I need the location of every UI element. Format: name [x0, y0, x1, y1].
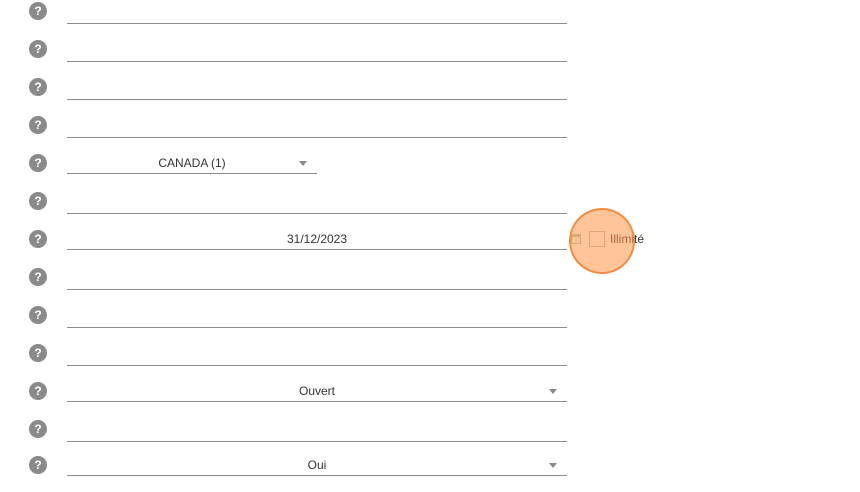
help-icon[interactable]: ?	[29, 382, 47, 400]
help-icon[interactable]: ?	[29, 456, 47, 474]
help-icon[interactable]: ?	[29, 420, 47, 438]
help-icon[interactable]: ?	[29, 230, 47, 248]
status-select-value: Ouvert	[298, 384, 335, 398]
text-field[interactable]	[67, 116, 567, 138]
country-select[interactable]: CANADA (1)	[67, 152, 317, 174]
chevron-down-icon	[549, 389, 557, 394]
form-row: ?	[0, 0, 860, 38]
text-field[interactable]	[67, 192, 567, 214]
text-field[interactable]	[67, 268, 567, 290]
unlimited-checkbox[interactable]	[589, 231, 605, 247]
form-row: ?	[0, 266, 860, 304]
help-icon[interactable]: ?	[29, 154, 47, 172]
form-row: ?	[0, 304, 860, 342]
date-field[interactable]: 31/12/2023	[67, 228, 567, 250]
country-select-value: CANADA (1)	[158, 156, 226, 170]
yes-no-select[interactable]: Oui	[67, 454, 567, 476]
status-select[interactable]: Ouvert	[67, 380, 567, 402]
help-icon[interactable]: ?	[29, 78, 47, 96]
form-row: ?	[0, 38, 860, 76]
unlimited-label[interactable]: Illimité	[610, 231, 644, 247]
text-field[interactable]	[67, 78, 567, 100]
help-icon[interactable]: ?	[29, 116, 47, 134]
help-icon[interactable]: ?	[29, 306, 47, 324]
yes-no-select-value: Oui	[307, 458, 327, 472]
text-field[interactable]	[67, 344, 567, 366]
form-row: ? 31/12/2023 Illimité	[0, 228, 860, 266]
form-row: ? Ouvert	[0, 380, 860, 418]
text-field[interactable]	[67, 420, 567, 442]
text-field[interactable]	[67, 40, 567, 62]
form-row: ?	[0, 114, 860, 152]
help-icon[interactable]: ?	[29, 2, 47, 20]
help-icon[interactable]: ?	[29, 192, 47, 210]
help-icon[interactable]: ?	[29, 40, 47, 58]
chevron-down-icon	[299, 161, 307, 166]
form-row: ?	[0, 190, 860, 228]
help-icon[interactable]: ?	[29, 344, 47, 362]
form-row: ?	[0, 342, 860, 380]
form-row: ?	[0, 418, 860, 456]
help-icon[interactable]: ?	[29, 268, 47, 286]
calendar-icon[interactable]	[571, 234, 581, 244]
form-row: ?	[0, 76, 860, 114]
chevron-down-icon	[549, 463, 557, 468]
form-row: ? Oui	[0, 454, 860, 492]
text-field[interactable]	[67, 306, 567, 328]
form-row: ? CANADA (1)	[0, 152, 860, 190]
text-field[interactable]	[67, 2, 567, 24]
